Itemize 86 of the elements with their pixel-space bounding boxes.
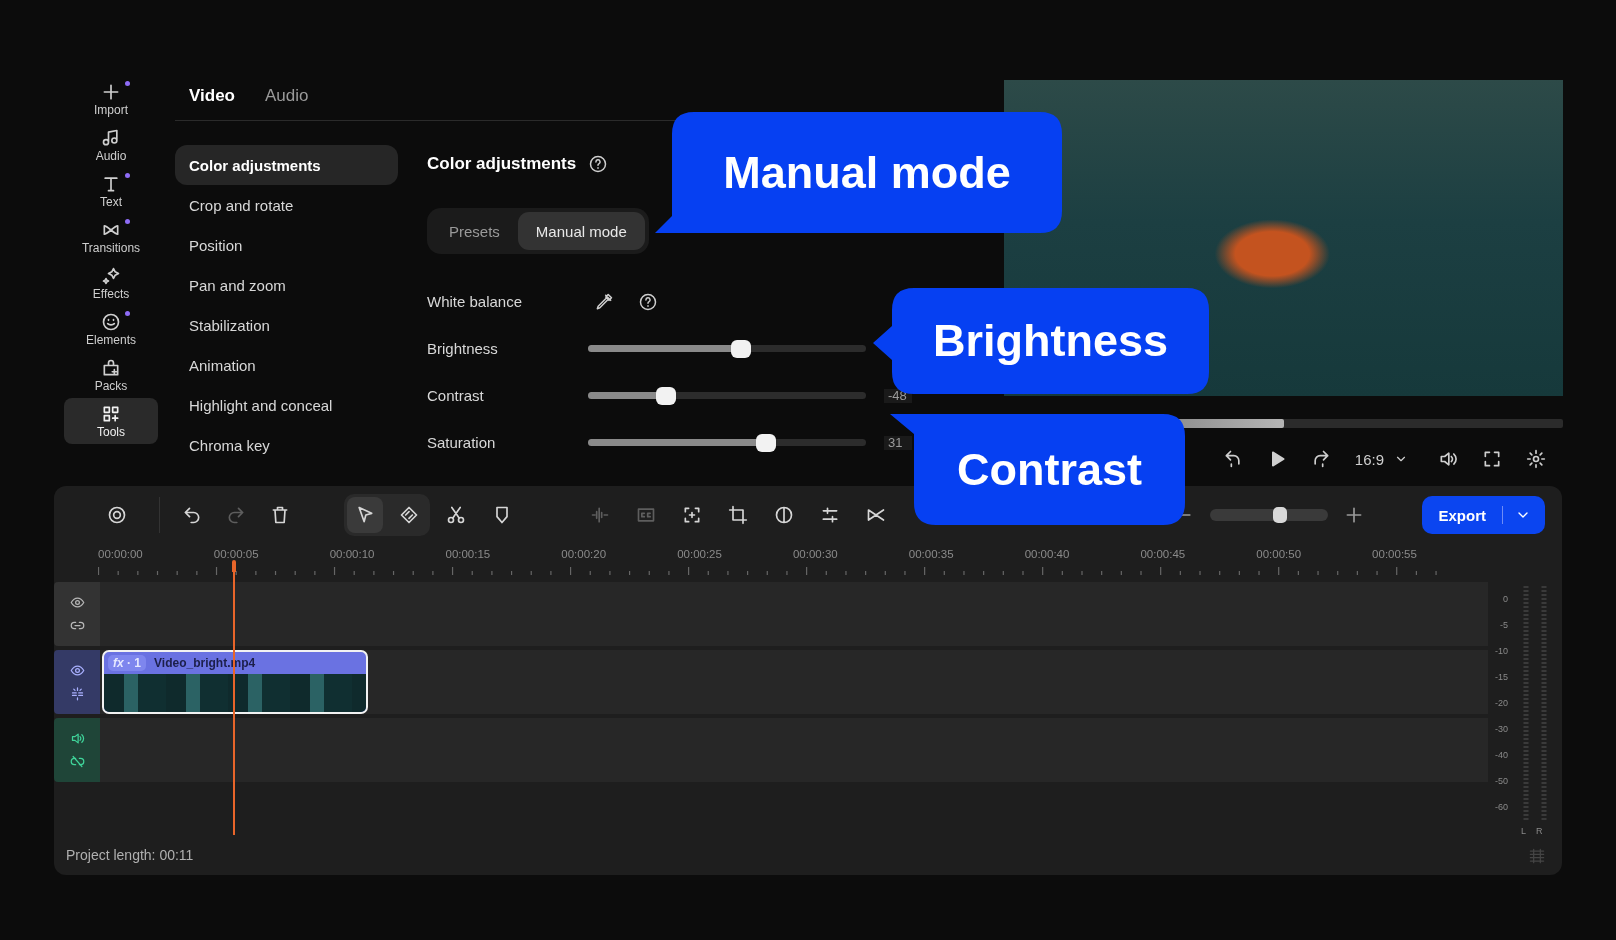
callout-tooltip: Manual mode [655, 112, 1062, 233]
tab[interactable]: Audio [265, 86, 309, 106]
slider-thumb[interactable] [730, 339, 751, 358]
meter-scale-label: 0 [1503, 594, 1508, 604]
redo-icon [226, 505, 246, 525]
delete-icon [270, 505, 290, 525]
eyedropper-icon[interactable] [594, 291, 614, 312]
mode-button[interactable]: Presets [431, 212, 518, 250]
tag-icon [399, 505, 419, 525]
sliders-icon [820, 505, 840, 525]
effects-badge: fx · 1 [108, 655, 146, 671]
pointer-icon [355, 505, 375, 525]
panel-title: Color adjustments [427, 154, 577, 174]
setting-label: Brightness [427, 340, 499, 357]
eye-icon[interactable] [69, 663, 85, 678]
channel-label: R [1536, 826, 1543, 836]
eye-icon[interactable] [69, 595, 85, 610]
sidebar-item[interactable]: Tools [64, 398, 158, 444]
time-label: 00:00:10 [329, 548, 376, 560]
bag-icon [101, 357, 121, 378]
help-icon[interactable] [588, 154, 609, 174]
help-icon[interactable] [638, 291, 658, 312]
sidebar-item[interactable]: Elements [64, 306, 158, 352]
setting-label: Contrast [427, 387, 485, 404]
meter-scale-label: -5 [1500, 620, 1508, 630]
settings-icon[interactable] [1526, 449, 1546, 469]
menu-item[interactable]: Highlight and conceal [175, 385, 398, 425]
volume-icon[interactable] [1438, 449, 1458, 469]
smiley-icon [101, 311, 121, 332]
aspect-dropdown[interactable]: 16:9 [1354, 450, 1408, 468]
slider-thumb[interactable] [755, 433, 776, 452]
time-label: 00:00:55 [1372, 548, 1418, 560]
tab[interactable]: Video [189, 86, 235, 106]
music-note-icon [101, 127, 121, 148]
contrast-icon [774, 505, 794, 525]
time-label: 00:00:15 [445, 548, 492, 560]
time-label: 00:00:00 [98, 548, 144, 560]
meter-scale-label: -40 [1495, 750, 1508, 760]
meter-scale-label: -60 [1495, 802, 1508, 812]
scissors-icon [446, 505, 466, 525]
meter-scale-label: -30 [1495, 724, 1508, 734]
time-label: 00:00:30 [792, 548, 839, 560]
sidebar-item[interactable]: Packs [64, 352, 158, 398]
menu-item[interactable]: Crop and rotate [175, 185, 398, 225]
channel-label: L [1521, 826, 1526, 836]
time-label: 00:00:25 [677, 548, 723, 560]
sidebar-item[interactable]: Text [64, 168, 158, 214]
time-label: 00:00:45 [1140, 548, 1187, 560]
export-button[interactable]: Export [1422, 496, 1545, 534]
setting-label: Saturation [427, 434, 497, 451]
time-label: 00:00:35 [908, 548, 955, 560]
sidebar-item[interactable]: Import [64, 76, 158, 122]
speaker-icon[interactable] [69, 731, 85, 746]
time-label: 00:00:50 [1256, 548, 1303, 560]
record-icon [107, 505, 127, 525]
captions-icon [636, 505, 656, 525]
sidebar-item[interactable]: Transitions [64, 214, 158, 260]
sidebar-item[interactable]: Audio [64, 122, 158, 168]
zoom-slider-thumb[interactable] [1273, 507, 1288, 523]
meter-scale-label: -20 [1495, 698, 1508, 708]
value-field[interactable]: 31 [884, 435, 912, 450]
time-label: 00:00:20 [561, 548, 608, 560]
time-label: 00:00:40 [1024, 548, 1071, 560]
menu-item[interactable]: Color adjustments [175, 145, 398, 185]
fullscreen-icon[interactable] [1482, 449, 1502, 469]
meter-scale-label: -15 [1495, 672, 1508, 682]
menu-item[interactable]: Chroma key [175, 425, 398, 465]
time-label: 00:00:05 [213, 548, 260, 560]
setting-label: White balance [427, 293, 524, 310]
sparkle-icon [101, 265, 121, 286]
mode-button[interactable]: Manual mode [517, 212, 645, 250]
crop-icon [728, 505, 748, 525]
menu-item[interactable]: Position [175, 225, 398, 265]
waveform-icon [590, 505, 610, 525]
menu-item[interactable]: Animation [175, 345, 398, 385]
menu-item[interactable]: Stabilization [175, 305, 398, 345]
slider-thumb[interactable] [655, 386, 676, 405]
project-length: Project length: 00:11 [65, 847, 195, 865]
unlink-icon[interactable] [69, 754, 85, 769]
menu-item[interactable]: Pan and zoom [175, 265, 398, 305]
meter-scale-label: -10 [1495, 646, 1508, 656]
sidebar-item[interactable]: Effects [64, 260, 158, 306]
toolbar-button[interactable] [347, 497, 383, 533]
focus-icon [682, 505, 702, 525]
meter-scale-label: -50 [1495, 776, 1508, 786]
undo-icon [182, 505, 202, 525]
